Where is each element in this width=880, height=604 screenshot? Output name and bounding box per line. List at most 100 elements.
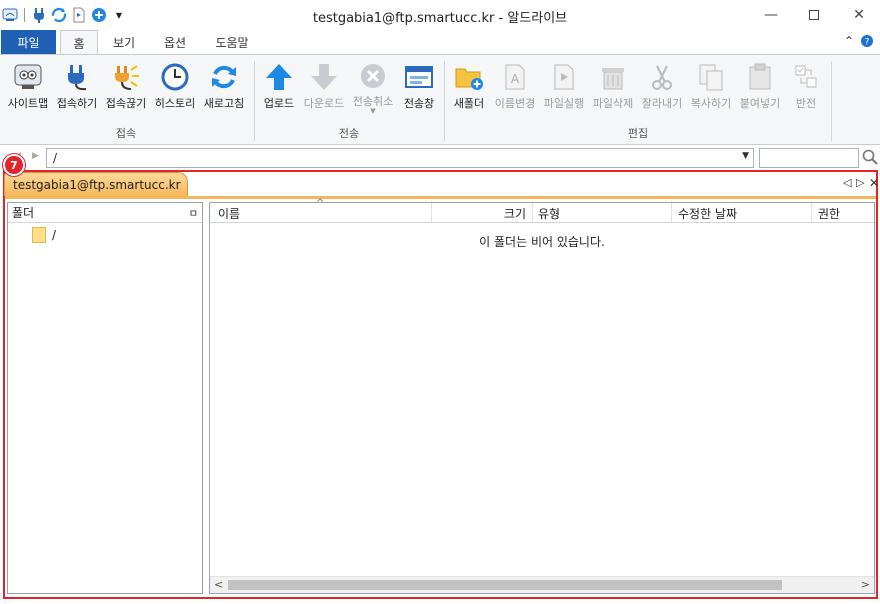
new-folder-label: 새폴더 xyxy=(453,97,485,110)
pin-icon[interactable]: ㅁ xyxy=(189,205,198,220)
rename-label: 이름변경 xyxy=(494,97,536,110)
collapse-ribbon-icon[interactable]: ⌃ xyxy=(844,34,854,48)
empty-folder-message: 이 폴더는 비어 있습니다. xyxy=(479,235,605,249)
trash-icon xyxy=(597,61,629,93)
tab-scroll-right-icon[interactable]: ▷ xyxy=(856,176,864,189)
column-name[interactable]: 이름 xyxy=(218,203,240,223)
tab-home[interactable]: 홈 xyxy=(60,30,98,55)
sitemap-label: 사이트맵 xyxy=(7,97,49,110)
transfer-window-label: 전송창 xyxy=(403,97,435,110)
copy-label: 복사하기 xyxy=(690,97,732,110)
column-separator[interactable] xyxy=(671,203,672,223)
group-separator xyxy=(254,61,255,141)
search-input[interactable] xyxy=(759,148,859,168)
scrollbar-thumb[interactable] xyxy=(228,580,782,590)
maximize-button[interactable] xyxy=(791,0,837,30)
invert-selection-button[interactable]: 반전 xyxy=(785,61,827,113)
column-modified-date[interactable]: 수정한 날짜 xyxy=(678,203,737,223)
transfer-window-button[interactable]: 전송창 xyxy=(398,61,440,113)
tab-scroll-left-icon[interactable]: ◁ xyxy=(843,176,851,189)
run-file-button[interactable]: 파일실행 xyxy=(540,61,588,113)
tab-file[interactable]: 파일 xyxy=(1,30,56,54)
file-list-header: ^ 이름 크기 유형 수정한 날짜 권한 xyxy=(210,198,874,223)
paste-label: 붙여넣기 xyxy=(739,97,781,110)
history-button[interactable]: 히스토리 xyxy=(151,61,199,113)
plug-disconnect-icon xyxy=(110,61,142,93)
svg-text:A: A xyxy=(511,72,520,86)
refresh-label: 새로고침 xyxy=(203,97,245,110)
cut-button[interactable]: 잘라내기 xyxy=(638,61,686,113)
horizontal-scrollbar[interactable]: < > xyxy=(210,576,874,593)
minimize-button[interactable]: — xyxy=(748,0,794,30)
address-dropdown-icon[interactable]: ▼ xyxy=(742,151,749,161)
cut-label: 잘라내기 xyxy=(641,97,683,110)
delete-file-button[interactable]: 파일삭제 xyxy=(589,61,637,113)
scroll-left-icon[interactable]: < xyxy=(214,578,223,591)
tab-close-icon[interactable]: ✕ xyxy=(869,176,879,190)
column-separator[interactable] xyxy=(532,203,533,223)
address-path: / xyxy=(53,151,58,165)
help-icon[interactable]: ? xyxy=(860,34,874,51)
download-label: 다운로드 xyxy=(303,97,345,110)
disconnect-button[interactable]: 접속끊기 xyxy=(102,61,150,113)
tab-view[interactable]: 보기 xyxy=(103,30,145,54)
transfer-window-icon xyxy=(403,61,435,93)
session-tab[interactable]: testgabia1@ftp.smartucc.kr xyxy=(4,172,188,196)
scissors-icon xyxy=(646,61,678,93)
folder-icon xyxy=(32,227,46,243)
new-folder-button[interactable]: 새폴더 xyxy=(448,61,490,113)
address-bar-row: ◀ ▶ / ▼ xyxy=(0,146,880,170)
session-tab-strip xyxy=(5,196,876,199)
file-list-pane: ^ 이름 크기 유형 수정한 날짜 권한 이 폴더는 비어 있습니다. < > xyxy=(209,198,875,594)
sitemap-icon xyxy=(12,61,44,93)
copy-button[interactable]: 복사하기 xyxy=(687,61,735,113)
title-bar: ▼ testgabia1@ftp.smartucc.kr - 알드라이브 — ✕ xyxy=(0,0,880,30)
paste-icon xyxy=(744,61,776,93)
plug-connect-icon xyxy=(61,61,93,93)
group-transfer-label: 전송 xyxy=(338,127,360,140)
address-input[interactable]: / ▼ xyxy=(46,148,754,168)
maximize-icon xyxy=(809,10,819,20)
group-connect-label: 접속 xyxy=(115,127,137,140)
download-button[interactable]: 다운로드 xyxy=(300,61,348,113)
column-type[interactable]: 유형 xyxy=(538,203,560,223)
search-icon[interactable] xyxy=(862,149,878,168)
forward-arrow-icon[interactable]: ▶ xyxy=(32,151,39,161)
paste-button[interactable]: 붙여넣기 xyxy=(736,61,784,113)
connect-button[interactable]: 접속하기 xyxy=(53,61,101,113)
column-size[interactable]: 크기 xyxy=(432,203,526,223)
cancel-transfer-dropdown-icon[interactable]: ▼ xyxy=(370,107,375,115)
tree-item-root[interactable]: / xyxy=(32,227,56,243)
refresh-icon xyxy=(208,61,240,93)
sitemap-button[interactable]: 사이트맵 xyxy=(4,61,52,113)
group-separator xyxy=(831,61,832,141)
cancel-transfer-button[interactable]: 전송취소 ▼ xyxy=(349,61,397,115)
rename-button[interactable]: A 이름변경 xyxy=(491,61,539,113)
folder-pane-title: 폴더 xyxy=(12,206,35,220)
invert-selection-icon xyxy=(790,61,822,93)
sort-ascending-icon: ^ xyxy=(316,198,325,209)
ribbon-home: 사이트맵 접속하기 접속끊기 히스토리 새로고침 접속 업로드 다운로드 전송취… xyxy=(0,54,880,145)
folder-pane-header: 폴더 ㅁ xyxy=(8,203,202,223)
refresh-button[interactable]: 새로고침 xyxy=(200,61,248,113)
group-separator xyxy=(444,61,445,141)
minimize-icon: — xyxy=(764,7,778,23)
upload-button[interactable]: 업로드 xyxy=(258,61,300,113)
cancel-transfer-icon xyxy=(357,61,389,91)
history-label: 히스토리 xyxy=(154,97,196,110)
tab-options[interactable]: 옵션 xyxy=(152,30,198,54)
upload-arrow-icon xyxy=(263,61,295,93)
tab-help[interactable]: 도움말 xyxy=(206,30,258,54)
download-arrow-icon xyxy=(308,61,340,93)
copy-icon xyxy=(695,61,727,93)
folder-pane: 폴더 ㅁ / xyxy=(7,202,203,594)
scroll-right-icon[interactable]: > xyxy=(861,578,870,591)
disconnect-label: 접속끊기 xyxy=(105,97,147,110)
column-separator[interactable] xyxy=(811,203,812,223)
rename-icon: A xyxy=(499,61,531,93)
column-permissions[interactable]: 권한 xyxy=(818,203,840,223)
invert-selection-label: 반전 xyxy=(795,97,817,110)
close-button[interactable]: ✕ xyxy=(836,0,880,30)
tree-item-label: / xyxy=(52,228,57,242)
upload-label: 업로드 xyxy=(263,97,295,110)
